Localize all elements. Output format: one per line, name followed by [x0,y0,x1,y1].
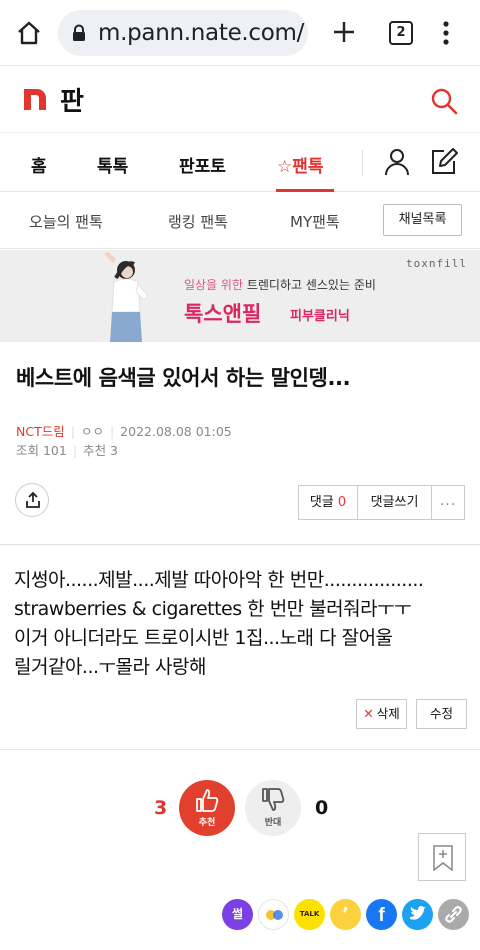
site-header: 판 [0,67,480,133]
post-category[interactable]: NCT드림 [16,424,65,439]
share-link-button[interactable] [438,899,469,930]
bookmark-add-icon [433,845,453,871]
upvote-button[interactable]: 추천 [179,780,235,836]
subtab-my-fantalk[interactable]: MY팬톡 [290,211,340,232]
band-icon [266,910,283,920]
share-facebook-button[interactable]: f [366,899,397,930]
user-icon[interactable] [384,148,410,176]
share-ssul-button[interactable]: 썰 [222,899,253,930]
post-action-group: 댓글 0 댓글쓰기 ... [298,485,465,520]
post-body-line: 지썽아......제발....제발 따아아악 한 번만.............… [14,569,424,591]
write-post-icon[interactable] [430,147,458,175]
post-recommend-count: 추천 3 [83,443,118,458]
channel-list-button[interactable]: 채널목록 [383,204,462,236]
post-title: 베스트에 음색글 있어서 하는 말인뎅... [16,366,351,390]
downvote-button[interactable]: 반대 [245,780,301,836]
edit-button[interactable]: 수정 [416,699,467,729]
divider [0,749,480,750]
comments-button[interactable]: 댓글 0 [299,486,358,519]
ad-brand-text: toxnfill [406,257,467,270]
search-icon[interactable] [430,87,458,115]
link-icon [445,906,462,923]
subtab-today-fantalk[interactable]: 오늘의 팬톡 [29,211,103,232]
tab-toktok[interactable]: 톡톡 [97,152,128,177]
downvote-count: 0 [315,797,329,819]
share-kakaostory-button[interactable]: ’ [330,899,361,930]
share-band-button[interactable] [258,899,289,930]
delete-label: 삭제 [376,706,400,721]
site-logo-text[interactable]: 판 [60,81,84,118]
ad-subtitle: 피부클리닉 [290,309,350,324]
downvote-label: 반대 [264,818,282,828]
home-icon[interactable] [16,20,42,46]
twitter-bird-icon [410,906,426,920]
post-author: ㅇㅇ [80,424,104,439]
post-body: 지썽아......제발....제발 따아아악 한 번만.............… [14,566,470,682]
post-meta-line1: NCT드림 | ㅇㅇ | 2022.08.08 01:05 [16,424,232,439]
tab-pann-photo[interactable]: 판포토 [179,152,226,177]
nate-logo-icon[interactable] [22,86,48,112]
nav-divider [362,150,363,176]
share-kakaotalk-button[interactable]: TALK [294,899,325,930]
divider [0,544,480,545]
upvote-count: 3 [154,797,168,819]
comments-count: 0 [337,495,347,510]
ad-model-image [104,252,149,342]
lock-icon [73,24,85,41]
ad-banner[interactable]: toxnfill 일상을 위한 트렌디하고 센스있는 준비 톡스앤필 피부클리닉 [0,250,480,342]
url-text: m.pann.nate.com/ [98,20,305,46]
upvote-label: 추천 [198,818,216,828]
delete-x-icon: ✕ [363,706,374,721]
comments-label: 댓글 [309,495,334,510]
post-views: 조회 101 [16,443,67,458]
address-bar[interactable]: m.pann.nate.com/ [58,10,308,56]
bookmark-button[interactable] [418,833,466,881]
more-menu-icon[interactable] [442,20,450,46]
new-tab-icon[interactable] [332,20,356,44]
post-body-line: 이거 아니더라도 트로이시반 1집...노래 다 잘어울 [14,627,393,649]
post-body-line: strawberries & cigarettes 한 번만 불러줘라ㅜㅜ [14,598,412,620]
write-comment-button[interactable]: 댓글쓰기 [358,486,432,519]
tab-switcher-button[interactable]: 2 [389,21,413,45]
more-options-button[interactable]: ... [432,486,464,519]
post-meta-line2: 조회 101 | 추천 3 [16,443,118,458]
tab-home[interactable]: 홈 [31,152,47,177]
tab-fantalk[interactable]: ☆팬톡 [277,152,324,177]
share-twitter-button[interactable] [402,899,433,930]
ad-tag-rest: 트렌디하고 센스있는 준비 [243,278,376,292]
share-button[interactable] [15,483,49,517]
sub-nav: 오늘의 팬톡 랭킹 팬톡 MY팬톡 채널목록 [0,193,480,249]
post-body-line: 릴거같아...ㅜ몰라 사랑해 [14,656,206,678]
active-tab-indicator [276,189,334,192]
browser-toolbar: m.pann.nate.com/ 2 [0,0,480,66]
post-date: 2022.08.08 01:05 [120,424,232,439]
thumbs-up-icon [196,789,219,812]
ad-tag-highlight: 일상을 위한 [184,278,244,292]
thumbs-down-icon [262,788,285,811]
share-icon [26,492,40,508]
ad-title: 톡스앤필 [184,302,262,326]
delete-button[interactable]: ✕ 삭제 [356,699,407,729]
subtab-ranking-fantalk[interactable]: 랭킹 팬톡 [168,211,228,232]
ad-tagline: 일상을 위한 트렌디하고 센스있는 준비 [184,276,376,293]
